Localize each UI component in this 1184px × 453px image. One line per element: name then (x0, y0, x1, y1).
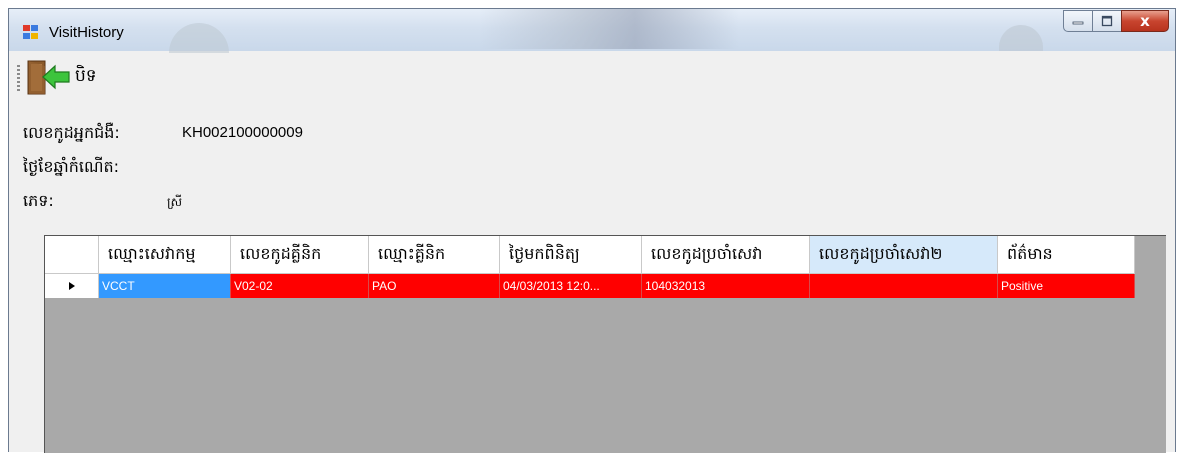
column-header-clinic-name[interactable]: ឈ្មោះគ្លីនិក (369, 236, 500, 274)
column-header-information[interactable]: ព័ត៌មាន (998, 236, 1135, 274)
column-header-service-code[interactable]: លេខកូដប្រចាំសេវា (642, 236, 810, 274)
column-header-clinic-code[interactable]: លេខកូដគ្លីនិក (231, 236, 369, 274)
grid-cell-visit-date[interactable]: 04/03/2013 12:0... (500, 274, 642, 298)
row-header[interactable] (45, 274, 99, 298)
visit-history-window: VisitHistory x បិទ លេខកូដអ្នកជំងឺ: KH002… (8, 8, 1176, 453)
grid-cell-service-code[interactable]: 104032013 (642, 274, 810, 298)
grid-corner-header[interactable] (45, 236, 99, 274)
window-controls: x (1063, 10, 1169, 34)
title-bar[interactable]: VisitHistory x (9, 9, 1175, 53)
title-bar-decoration (999, 25, 1043, 51)
row-pointer-icon (68, 282, 75, 290)
close-button[interactable]: x (1121, 10, 1169, 32)
grid-cell-service-code-2[interactable] (810, 274, 998, 298)
app-grid-icon[interactable] (23, 25, 39, 40)
close-icon: x (1140, 12, 1150, 30)
minimize-icon (1072, 21, 1084, 25)
patient-code-value: KH002100000009 (182, 124, 303, 141)
maximize-icon (1101, 15, 1113, 27)
minimize-button[interactable] (1063, 10, 1093, 32)
date-of-birth-label: ថ្ងៃខែឆ្នាំកំណើត: (23, 157, 120, 176)
grid-cell-clinic-code[interactable]: V02-02 (231, 274, 369, 298)
grid-cell-information[interactable]: Positive (998, 274, 1135, 298)
maximize-button[interactable] (1092, 10, 1122, 32)
column-header-visit-date[interactable]: ថ្ងៃមកពិនិត្យ (500, 236, 642, 274)
grid-cell-service-name[interactable]: VCCT (99, 274, 231, 298)
toolbar-grip[interactable] (17, 65, 20, 91)
sex-label: ភេទ: (23, 191, 54, 210)
sex-value: ស្រី (167, 195, 182, 209)
exit-door-arrow-icon (27, 60, 70, 95)
grid-cell-clinic-name[interactable]: PAO (369, 274, 500, 298)
column-header-service-code-2[interactable]: លេខកូដប្រចាំសេវា២ (810, 236, 998, 274)
patient-code-label: លេខកូដអ្នកជំងឺ: (23, 123, 120, 142)
visit-history-grid[interactable]: ឈ្មោះសេវាកម្ម លេខកូដគ្លីនិក ឈ្មោះគ្លីនិក… (44, 235, 1166, 453)
exit-button-label: បិទ (75, 65, 97, 86)
toolbar: បិទ (9, 51, 1175, 103)
column-header-service-name[interactable]: ឈ្មោះសេវាកម្ម (99, 236, 231, 274)
title-bar-decoration (479, 9, 739, 49)
exit-button[interactable]: បិទ (25, 57, 97, 97)
title-bar-decoration (169, 23, 229, 53)
window-title: VisitHistory (49, 24, 124, 41)
